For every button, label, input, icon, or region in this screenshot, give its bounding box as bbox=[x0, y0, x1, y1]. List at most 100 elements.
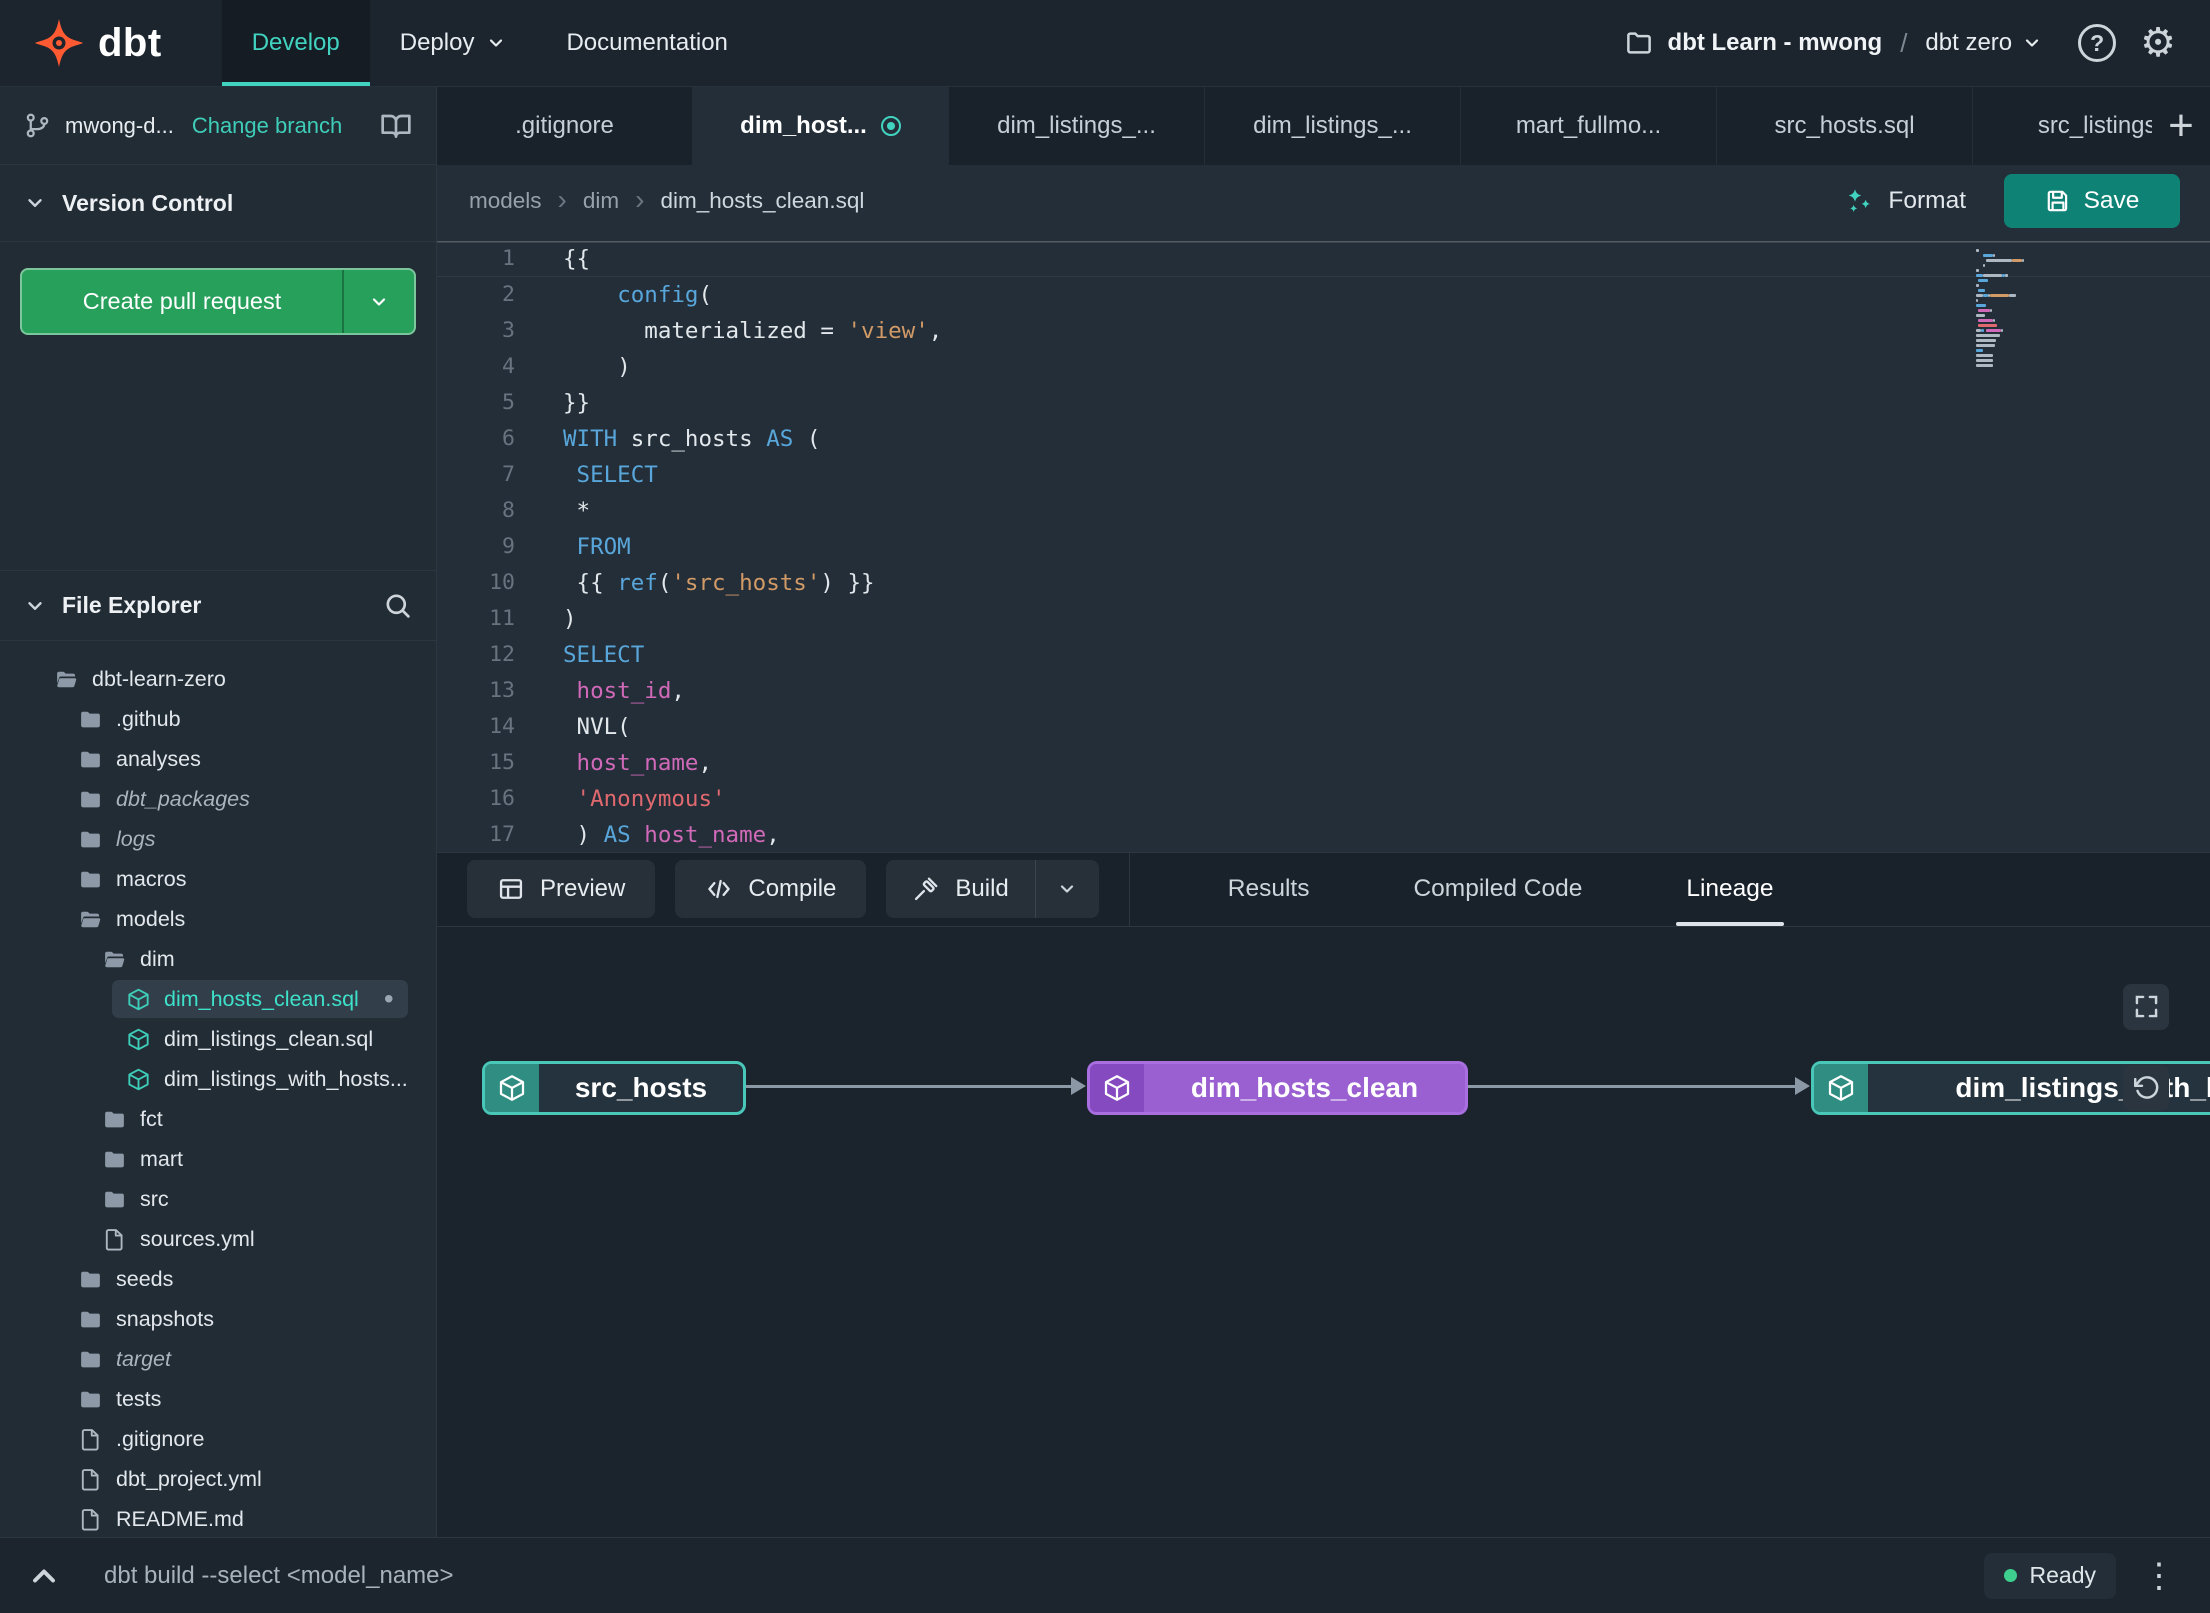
minimap[interactable] bbox=[1976, 249, 2038, 369]
code-line[interactable]: 3 materialized = 'view', bbox=[437, 313, 2210, 349]
minimap-line bbox=[1976, 339, 2038, 342]
code-line[interactable]: 14 NVL( bbox=[437, 709, 2210, 745]
tab-src-hosts-sql[interactable]: src_hosts.sql bbox=[1717, 87, 1973, 165]
branch-name: mwong-d... bbox=[65, 112, 174, 138]
code-line[interactable]: 10 {{ ref('src_hosts') }} bbox=[437, 565, 2210, 601]
code-icon bbox=[705, 875, 733, 903]
tree-item-fct[interactable]: fct bbox=[0, 1099, 436, 1139]
tree-item-tests[interactable]: tests bbox=[0, 1379, 436, 1419]
settings-button[interactable]: ⚙ bbox=[2140, 23, 2176, 63]
nav-item-documentation[interactable]: Documentation bbox=[536, 0, 757, 86]
create-pull-request-label[interactable]: Create pull request bbox=[22, 270, 342, 333]
tree-item-analyses[interactable]: analyses bbox=[0, 739, 436, 779]
build-menu-button[interactable] bbox=[1034, 860, 1099, 918]
project-selector[interactable]: dbt Learn - mwong / dbt zero bbox=[1624, 28, 2043, 59]
dbt-home-link[interactable]: dbt bbox=[34, 0, 162, 86]
code-line[interactable]: 9 FROM bbox=[437, 529, 2210, 565]
version-control-header[interactable]: Version Control bbox=[0, 165, 436, 242]
tab-dim-listings[interactable]: dim_listings_... bbox=[1205, 87, 1461, 165]
code-line[interactable]: 12 SELECT bbox=[437, 637, 2210, 673]
ready-dot-icon bbox=[2003, 1569, 2017, 1582]
tree-item-readme-md[interactable]: README.md bbox=[0, 1499, 436, 1537]
minimap-line bbox=[1976, 284, 2038, 287]
kebab-menu-button[interactable]: ⋮ bbox=[2142, 1559, 2176, 1593]
tree-item-gitignore[interactable]: .gitignore bbox=[0, 1419, 436, 1459]
tab-results[interactable]: Results bbox=[1176, 853, 1362, 926]
tab-mart-fullmo[interactable]: mart_fullmo... bbox=[1461, 87, 1717, 165]
tab-strip: .gitignore dim_host... dim_listings_... dim… bbox=[437, 87, 2210, 165]
lineage-node-src-hosts[interactable]: src_hosts bbox=[482, 1060, 746, 1115]
panel-tab-label: Compiled Code bbox=[1413, 875, 1583, 902]
code-line[interactable]: 16 'Anonymous' bbox=[437, 781, 2210, 817]
folder-open-icon bbox=[102, 947, 127, 972]
environment-selector[interactable]: dbt zero bbox=[1925, 29, 2042, 57]
file-explorer-header[interactable]: File Explorer bbox=[0, 571, 436, 641]
tab-dim-listings[interactable]: dim_listings_... bbox=[949, 87, 1205, 165]
tree-item-row: dbt_project.yml bbox=[64, 1460, 276, 1498]
code-line[interactable]: 7 SELECT bbox=[437, 457, 2210, 493]
ready-label: Ready bbox=[2029, 1562, 2096, 1588]
tree-item-dbt-learn-zero[interactable]: dbt-learn-zero bbox=[0, 659, 436, 699]
workspace: mwong-d... Change branch Version Control… bbox=[0, 87, 2210, 1537]
code-line[interactable]: 8 * bbox=[437, 493, 2210, 529]
save-button[interactable]: Save bbox=[2004, 174, 2180, 228]
tree-item-dim-listings-clean-sql[interactable]: dim_listings_clean.sql bbox=[0, 1019, 436, 1059]
tree-item-dim-hosts-clean-sql[interactable]: dim_hosts_clean.sql • bbox=[0, 979, 436, 1019]
tree-item-row: README.md bbox=[64, 1500, 258, 1537]
tree-item-src[interactable]: src bbox=[0, 1179, 436, 1219]
docs-book-icon[interactable] bbox=[380, 110, 412, 142]
file-icon bbox=[78, 1427, 103, 1452]
minimap-line bbox=[1976, 279, 2038, 282]
create-pull-request-button[interactable]: Create pull request bbox=[20, 268, 416, 335]
reset-view-button[interactable] bbox=[2123, 1064, 2169, 1111]
code-line[interactable]: 15 host_name, bbox=[437, 745, 2210, 781]
tab-compiled-code[interactable]: Compiled Code bbox=[1361, 853, 1634, 926]
create-pull-request-menu-button[interactable] bbox=[342, 270, 414, 333]
tab-lineage[interactable]: Lineage bbox=[1634, 853, 1825, 926]
minimap-line bbox=[1976, 354, 2038, 357]
chevron-up-icon[interactable] bbox=[26, 1558, 62, 1594]
code-line[interactable]: 2 config( bbox=[437, 277, 2210, 313]
code-line[interactable]: 6 WITH src_hosts AS ( bbox=[437, 421, 2210, 457]
tree-item-github[interactable]: .github bbox=[0, 699, 436, 739]
new-tab-button[interactable]: + bbox=[2152, 87, 2210, 165]
code-line[interactable]: 11) bbox=[437, 601, 2210, 637]
nav-item-deploy[interactable]: Deploy bbox=[370, 0, 537, 86]
tree-item-dbt-packages[interactable]: dbt_packages bbox=[0, 779, 436, 819]
change-branch-link[interactable]: Change branch bbox=[192, 113, 342, 139]
code-line[interactable]: 4 ) bbox=[437, 349, 2210, 385]
tree-item-dim-listings-with-hosts[interactable]: dim_listings_with_hosts... bbox=[0, 1059, 436, 1099]
code-line[interactable]: 5}} bbox=[437, 385, 2210, 421]
fullscreen-button[interactable] bbox=[2123, 983, 2169, 1030]
tree-item-macros[interactable]: macros bbox=[0, 859, 436, 899]
folder-icon bbox=[78, 1307, 103, 1332]
command-input[interactable]: dbt build --select <model_name> bbox=[104, 1562, 454, 1590]
tree-item-label: dbt-learn-zero bbox=[92, 666, 226, 691]
code-line[interactable]: 13 host_id, bbox=[437, 673, 2210, 709]
code-line[interactable]: 1 {{ bbox=[437, 241, 2210, 277]
nav-item-develop[interactable]: Develop bbox=[221, 0, 370, 86]
lineage-node-dim-hosts-clean[interactable]: dim_hosts_clean bbox=[1087, 1060, 1468, 1115]
preview-button[interactable]: Preview bbox=[467, 860, 656, 918]
help-button[interactable]: ? bbox=[2078, 24, 2117, 62]
search-icon[interactable] bbox=[383, 591, 412, 620]
tab-gitignore[interactable]: .gitignore bbox=[437, 87, 693, 165]
tree-item-dim[interactable]: dim bbox=[0, 939, 436, 979]
tree-item-label: analyses bbox=[116, 746, 201, 771]
tab-dim-host[interactable]: dim_host... bbox=[693, 87, 949, 165]
format-button[interactable]: Format bbox=[1843, 185, 1966, 217]
tree-item-mart[interactable]: mart bbox=[0, 1139, 436, 1179]
tree-item-dbt-project-yml[interactable]: dbt_project.yml bbox=[0, 1459, 436, 1499]
tree-item-logs[interactable]: logs bbox=[0, 819, 436, 859]
tree-item-target[interactable]: target bbox=[0, 1339, 436, 1379]
tree-item-models[interactable]: models bbox=[0, 899, 436, 939]
minimap-line bbox=[1976, 264, 2038, 267]
compile-button[interactable]: Compile bbox=[675, 860, 867, 918]
code-editor[interactable]: 1{{2 config(3 materialized = 'view', 4 ) 5… bbox=[437, 237, 2210, 852]
tree-item-snapshots[interactable]: snapshots bbox=[0, 1299, 436, 1339]
tree-item-seeds[interactable]: seeds bbox=[0, 1259, 436, 1299]
code-line[interactable]: 17 ) AS host_name, bbox=[437, 817, 2210, 852]
build-button[interactable]: Build bbox=[886, 860, 1034, 918]
tree-item-sources-yml[interactable]: sources.yml bbox=[0, 1219, 436, 1259]
code-text: ) AS host_name, bbox=[563, 822, 780, 848]
